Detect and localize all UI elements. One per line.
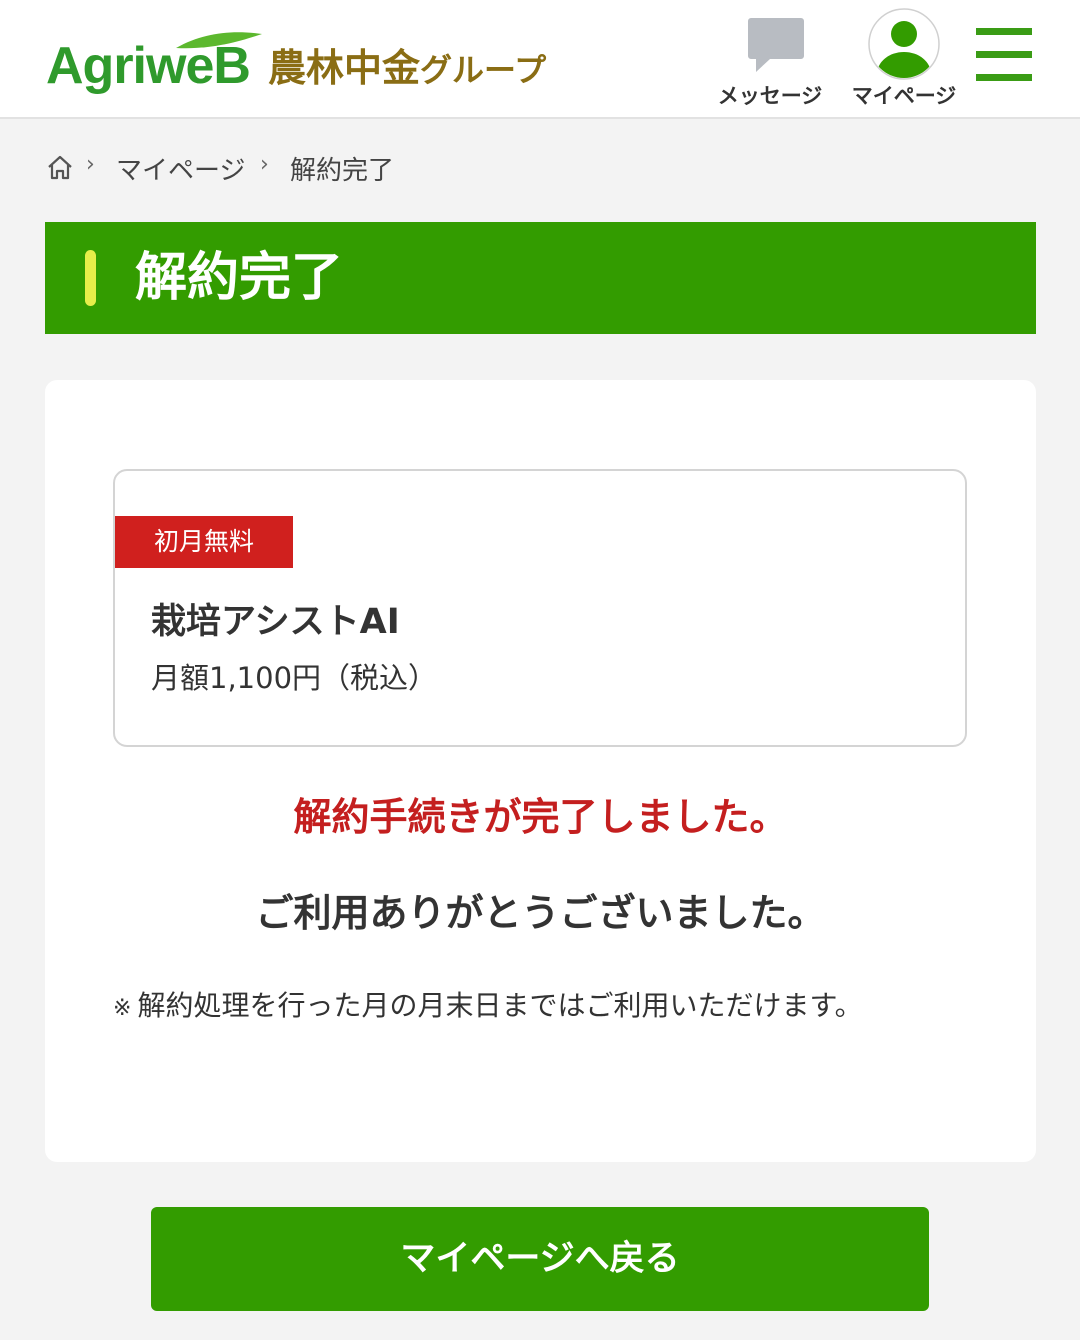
thanks-message: ご利用ありがとうございました。 — [255, 891, 826, 935]
note-text: 解約処理を行った月の月末日まではご利用いただけます。 — [137, 989, 863, 1022]
home-icon[interactable] — [46, 154, 74, 180]
back-to-mypage-button[interactable]: マイページへ戻る — [151, 1207, 929, 1311]
user-avatar-icon — [868, 8, 940, 80]
page-title: 解約完了 — [135, 248, 344, 308]
page-title-bar: 解約完了 — [45, 222, 1036, 334]
menu-bar — [976, 74, 1032, 81]
completion-message: 解約手続きが完了しました。 — [293, 795, 788, 839]
usage-note: ※ 解約処理を行った月の月末日まではご利用いただけます。 — [113, 984, 863, 1024]
title-accent — [85, 250, 96, 306]
chat-bubble-icon — [748, 18, 804, 72]
note-mark: ※ — [113, 996, 132, 1021]
leaf-icon — [176, 32, 262, 49]
message-link[interactable]: メッセージ — [712, 0, 828, 112]
menu-button[interactable] — [976, 28, 1032, 84]
mypage-link[interactable]: マイページ — [846, 0, 962, 112]
breadcrumb-current: 解約完了 — [290, 156, 395, 186]
plan-card: 初月無料 栽培アシストAI 月額1,100円（税込） — [113, 469, 967, 747]
menu-bar — [976, 28, 1032, 35]
plan-name: 栽培アシストAI — [151, 602, 400, 642]
group-name: 農林中金グループ — [268, 46, 547, 90]
plan-price: 月額1,100円（税込） — [151, 661, 438, 695]
mypage-label: マイページ — [851, 84, 957, 108]
menu-bar — [976, 51, 1032, 58]
breadcrumb-mypage[interactable]: マイページ — [116, 150, 245, 187]
chevron-right-icon: › — [86, 152, 95, 177]
free-first-month-badge: 初月無料 — [115, 516, 293, 568]
completion-panel: 初月無料 栽培アシストAI 月額1,100円（税込） 解約手続きが完了しました。… — [45, 380, 1036, 1162]
chevron-right-icon: › — [260, 152, 269, 177]
site-header: AgriweB 農林中金グループ メッセージ マイページ — [0, 0, 1080, 119]
message-label: メッセージ — [717, 84, 823, 108]
